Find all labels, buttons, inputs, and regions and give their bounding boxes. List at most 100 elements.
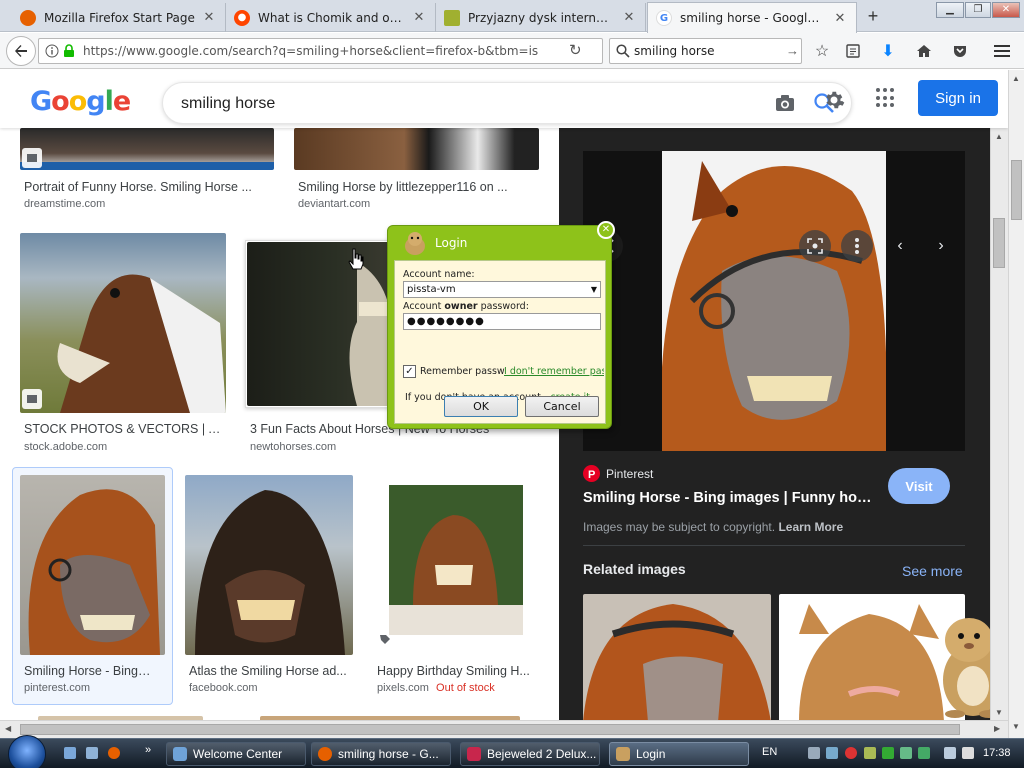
tab-smiling-horse[interactable]: G smiling horse - Google Sea... ✕ [647, 2, 857, 33]
result-image-5[interactable] [20, 475, 165, 655]
info-icon[interactable] [45, 44, 59, 58]
ok-button[interactable]: OK [444, 396, 518, 417]
related-image-1[interactable] [583, 594, 771, 722]
tray-app-icon[interactable] [826, 747, 838, 759]
close-tab-icon[interactable]: ✕ [832, 11, 848, 26]
copyright-text: Images may be subject to copyright. [583, 520, 776, 534]
language-indicator[interactable]: EN [762, 746, 777, 758]
taskbar-firefox[interactable]: smiling horse - G... [311, 742, 451, 766]
taskbar-login[interactable]: Login [609, 742, 749, 766]
result-image-7[interactable] [373, 475, 539, 655]
result-caption-1[interactable]: Portrait of Funny Horse. Smiling Horse .… [24, 180, 274, 194]
see-more-link[interactable]: See more [902, 563, 963, 579]
forgot-password-link[interactable]: I don't remember pas [504, 366, 604, 377]
minimize-button[interactable]: ▁ [936, 2, 964, 18]
result-caption-2[interactable]: Smiling Horse by littlezepper116 on ... [298, 180, 538, 194]
maximize-button[interactable]: ❐ [965, 2, 991, 18]
taskbar-clock[interactable]: 17:38 [983, 747, 1011, 759]
quicklaunch-overflow-icon[interactable]: » [145, 744, 151, 756]
dropdown-arrow-icon[interactable]: ▼ [591, 282, 597, 297]
chevron-right-icon: › [938, 237, 944, 254]
close-tab-icon[interactable]: ✕ [201, 10, 217, 25]
tab-chomik[interactable]: ● What is Chomik and other ... ✕ [226, 3, 436, 32]
result-image-6[interactable] [185, 475, 353, 655]
result-caption-5[interactable]: Smiling Horse - Bing i... [24, 664, 152, 678]
bookmark-star-icon[interactable]: ☆ [808, 37, 836, 65]
result-image-1[interactable] [20, 128, 274, 170]
result-caption-7[interactable]: Happy Birthday Smiling H... [377, 664, 532, 678]
preview-image[interactable] [662, 151, 886, 451]
scroll-left-arrow-icon[interactable]: ◀ [5, 724, 11, 733]
login-close-button[interactable]: ✕ [597, 221, 615, 239]
login-dialog: Login ✕ Account name: pissta-vm ▼ Accoun… [387, 221, 615, 429]
browser-search-bar[interactable]: smiling horse → [609, 38, 802, 64]
url-text: https://www.google.com/search?q=smiling+… [83, 44, 538, 58]
result-caption-3[interactable]: STOCK PHOTOS & VECTORS | Ado... [24, 422, 224, 436]
sign-in-button[interactable]: Sign in [918, 80, 998, 116]
google-logo[interactable]: Google [30, 86, 131, 117]
taskbar-bejeweled[interactable]: Bejeweled 2 Delux... [460, 742, 600, 766]
close-tab-icon[interactable]: ✕ [411, 10, 427, 25]
back-button[interactable] [6, 36, 36, 66]
tray-app-icon[interactable] [900, 747, 912, 759]
new-tab-button[interactable]: + [862, 5, 884, 27]
network-icon[interactable] [944, 747, 956, 759]
horizontal-scroll-thumb[interactable] [20, 724, 960, 735]
scroll-right-arrow-icon[interactable]: ▶ [994, 724, 1000, 733]
result-image-4[interactable] [247, 242, 393, 406]
home-icon[interactable] [910, 37, 938, 65]
tray-app-icon[interactable] [808, 747, 820, 759]
volume-icon[interactable] [962, 747, 974, 759]
scroll-down-arrow-icon[interactable]: ▼ [995, 708, 1003, 717]
start-button[interactable] [8, 735, 46, 768]
horizontal-scrollbar[interactable]: ◀ ▶ [0, 720, 1008, 738]
more-options-button[interactable] [841, 230, 873, 262]
menu-hamburger-icon[interactable] [988, 37, 1016, 65]
result-image-3[interactable] [20, 233, 226, 413]
visit-button[interactable]: Visit [888, 468, 950, 504]
reload-icon[interactable]: ↻ [569, 41, 582, 59]
vertical-scroll-thumb[interactable] [993, 218, 1005, 268]
result-caption-6[interactable]: Atlas the Smiling Horse ad... [189, 664, 349, 678]
google-search-input[interactable]: smiling horse [181, 95, 275, 113]
close-window-button[interactable]: ✕ [992, 2, 1020, 18]
result-image-2[interactable] [294, 128, 539, 170]
tray-blocked-icon[interactable] [845, 747, 857, 759]
switch-windows-icon[interactable] [86, 747, 98, 759]
preview-title[interactable]: Smiling Horse - Bing images | Funny hors… [583, 490, 873, 506]
tab-mozilla-start[interactable]: Mozilla Firefox Start Page ✕ [12, 3, 226, 32]
scroll-down-arrow-icon[interactable]: ▼ [1012, 722, 1020, 731]
settings-gear-icon[interactable] [822, 88, 846, 112]
taskbar-welcome-center[interactable]: Welcome Center [166, 742, 306, 766]
previous-image-button[interactable]: ‹ [884, 230, 916, 262]
preview-site-name[interactable]: Pinterest [606, 467, 653, 481]
learn-more-link[interactable]: Learn More [778, 520, 843, 534]
outer-scrollbar[interactable]: ▲ ▼ [1008, 70, 1024, 738]
close-tab-icon[interactable]: ✕ [621, 10, 637, 25]
outer-scroll-thumb[interactable] [1011, 160, 1022, 220]
tray-app-icon[interactable] [882, 747, 894, 759]
account-name-field[interactable]: pissta-vm ▼ [403, 281, 601, 298]
cancel-button[interactable]: Cancel [525, 396, 599, 417]
tab-przyjazny-dysk[interactable]: Przyjazny dysk internetowy... ✕ [436, 3, 646, 32]
tray-app-icon[interactable] [918, 747, 930, 759]
search-go-icon[interactable]: → [786, 43, 799, 58]
download-arrow-icon[interactable]: ⬇ [874, 37, 902, 65]
scroll-up-arrow-icon[interactable]: ▲ [995, 132, 1003, 141]
google-apps-icon[interactable] [876, 88, 896, 108]
password-field[interactable]: ●●●●●●●● [403, 313, 601, 330]
visual-search-button[interactable] [799, 230, 831, 262]
vertical-scrollbar[interactable]: ▲ ▼ [990, 128, 1008, 722]
camera-icon[interactable] [775, 94, 795, 112]
tray-app-icon[interactable] [864, 747, 876, 759]
scroll-up-arrow-icon[interactable]: ▲ [1012, 74, 1020, 83]
reading-list-icon[interactable] [839, 37, 867, 65]
firefox-quicklaunch-icon[interactable] [108, 747, 120, 759]
show-desktop-icon[interactable] [64, 747, 76, 759]
remember-password-checkbox[interactable]: ✓ [403, 365, 416, 378]
url-bar[interactable]: https://www.google.com/search?q=smiling+… [38, 38, 603, 64]
hamster-logo-icon [405, 232, 425, 255]
google-search-box[interactable]: smiling horse [162, 82, 852, 124]
pocket-icon[interactable] [946, 37, 974, 65]
next-image-button[interactable]: › [925, 230, 957, 262]
